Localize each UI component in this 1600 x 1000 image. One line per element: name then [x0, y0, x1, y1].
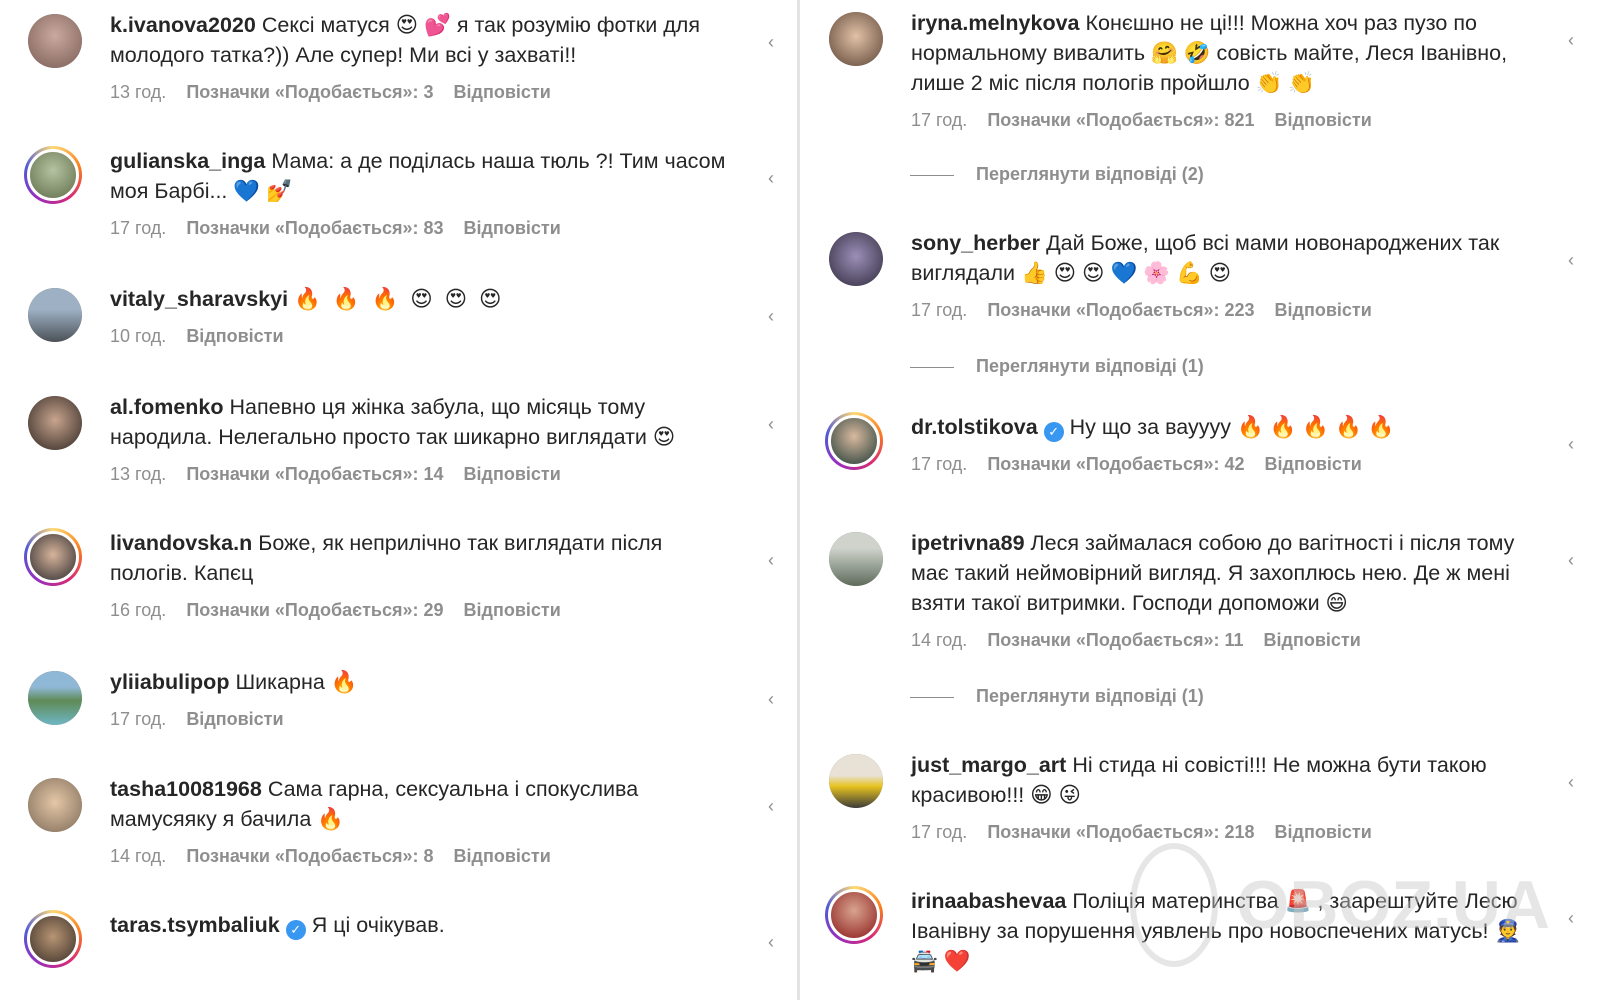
heart-icon[interactable]: ‹ [768, 306, 774, 327]
heart-icon[interactable]: ‹ [1568, 908, 1574, 929]
avatar[interactable] [825, 886, 883, 944]
timestamp[interactable]: 13 год. [110, 82, 166, 102]
username[interactable]: ipetrivna89 [911, 531, 1025, 555]
heart-icon[interactable]: ‹ [1568, 30, 1574, 51]
heart-icon[interactable]: ‹ [768, 796, 774, 817]
heart-icon[interactable]: ‹ [1568, 550, 1574, 571]
likes-count[interactable]: Позначки «Подобається»: 3 [186, 82, 433, 102]
avatar[interactable] [28, 671, 82, 725]
avatar[interactable] [24, 910, 82, 968]
avatar[interactable] [28, 288, 82, 342]
username[interactable]: k.ivanova2020 [110, 13, 256, 37]
reply-button[interactable]: Відповісти [454, 846, 551, 866]
avatar[interactable] [829, 232, 883, 286]
reply-button[interactable]: Відповісти [1275, 110, 1372, 130]
username[interactable]: iryna.melnykova [911, 11, 1080, 35]
timestamp[interactable]: 13 год. [110, 464, 166, 484]
reply-button[interactable]: Відповісти [1265, 454, 1362, 474]
reply-button[interactable]: Відповісти [1264, 630, 1361, 650]
username[interactable]: dr.tolstikova [911, 415, 1038, 439]
avatar[interactable] [825, 412, 883, 470]
heart-icon[interactable]: ‹ [768, 168, 774, 189]
view-replies-button[interactable]: Переглянути відповіді (1) [910, 356, 1204, 377]
comments-column-left: k.ivanova2020 Сексі матуся 😍 💕 я так розу… [0, 0, 800, 1000]
heart-icon[interactable]: ‹ [1568, 772, 1574, 793]
comments-column-right: iryna.melnykova Конєшно не ці!!! Можна хо… [800, 0, 1600, 1000]
timestamp[interactable]: 14 год. [911, 630, 967, 650]
likes-count[interactable]: Позначки «Подобається»: 11 [987, 630, 1243, 650]
timestamp[interactable]: 17 год. [911, 822, 967, 842]
heart-icon[interactable]: ‹ [768, 550, 774, 571]
avatar[interactable] [28, 778, 82, 832]
comment-text: Я ці очікував. [311, 913, 445, 937]
username[interactable]: yliiabulipop [110, 670, 229, 694]
heart-icon[interactable]: ‹ [768, 932, 774, 953]
username[interactable]: irinaabashevaa [911, 889, 1066, 913]
reply-button[interactable]: Відповісти [1275, 822, 1372, 842]
heart-icon[interactable]: ‹ [1568, 250, 1574, 271]
reply-button[interactable]: Відповісти [1275, 300, 1372, 320]
reply-button[interactable]: Відповісти [186, 326, 283, 346]
reply-button[interactable]: Відповісти [464, 600, 561, 620]
timestamp[interactable]: 17 год. [911, 110, 967, 130]
avatar[interactable] [829, 532, 883, 586]
reply-button[interactable]: Відповісти [454, 82, 551, 102]
reply-button[interactable]: Відповісти [464, 464, 561, 484]
likes-count[interactable]: Позначки «Подобається»: 83 [186, 218, 443, 238]
likes-count[interactable]: Позначки «Подобається»: 821 [987, 110, 1254, 130]
timestamp[interactable]: 17 год. [110, 709, 166, 729]
timestamp[interactable]: 14 год. [110, 846, 166, 866]
username[interactable]: just_margo_art [911, 753, 1066, 777]
avatar[interactable] [28, 396, 82, 450]
likes-count[interactable]: Позначки «Подобається»: 14 [186, 464, 443, 484]
view-replies-button[interactable]: Переглянути відповіді (1) [910, 686, 1204, 707]
username[interactable]: tasha10081968 [110, 777, 262, 801]
timestamp[interactable]: 17 год. [110, 218, 166, 238]
comment-text: 🔥 🔥 🔥 😍 😍 😍 [294, 287, 505, 311]
avatar[interactable] [28, 14, 82, 68]
heart-icon[interactable]: ‹ [768, 32, 774, 53]
username[interactable]: taras.tsymbaliuk [110, 913, 280, 937]
username[interactable]: livandovska.n [110, 531, 252, 555]
likes-count[interactable]: Позначки «Подобається»: 42 [987, 454, 1244, 474]
comment-text: Ну що за вауууу 🔥 🔥 🔥 🔥 🔥 [1069, 415, 1395, 439]
likes-count[interactable]: Позначки «Подобається»: 223 [987, 300, 1254, 320]
view-replies-button[interactable]: Переглянути відповіді (2) [910, 164, 1204, 185]
timestamp[interactable]: 10 год. [110, 326, 166, 346]
comment-text: Шикарна 🔥 [235, 670, 358, 694]
timestamp[interactable]: 16 год. [110, 600, 166, 620]
heart-icon[interactable]: ‹ [768, 414, 774, 435]
avatar[interactable] [829, 12, 883, 66]
timestamp[interactable]: 17 год. [911, 300, 967, 320]
heart-icon[interactable]: ‹ [768, 689, 774, 710]
likes-count[interactable]: Позначки «Подобається»: 218 [987, 822, 1254, 842]
avatar[interactable] [24, 528, 82, 586]
likes-count[interactable]: Позначки «Подобається»: 8 [186, 846, 433, 866]
timestamp[interactable]: 17 год. [911, 454, 967, 474]
verified-badge-icon: ✓ [285, 920, 306, 940]
username[interactable]: vitaly_sharavskyi [110, 287, 288, 311]
reply-button[interactable]: Відповісти [186, 709, 283, 729]
verified-badge-icon: ✓ [1043, 422, 1064, 442]
likes-count[interactable]: Позначки «Подобається»: 29 [186, 600, 443, 620]
reply-button[interactable]: Відповісти [464, 218, 561, 238]
username[interactable]: al.fomenko [110, 395, 224, 419]
username[interactable]: sony_herber [911, 231, 1040, 255]
username[interactable]: gulianska_inga [110, 149, 265, 173]
avatar[interactable] [829, 754, 883, 808]
avatar[interactable] [24, 146, 82, 204]
heart-icon[interactable]: ‹ [1568, 434, 1574, 455]
